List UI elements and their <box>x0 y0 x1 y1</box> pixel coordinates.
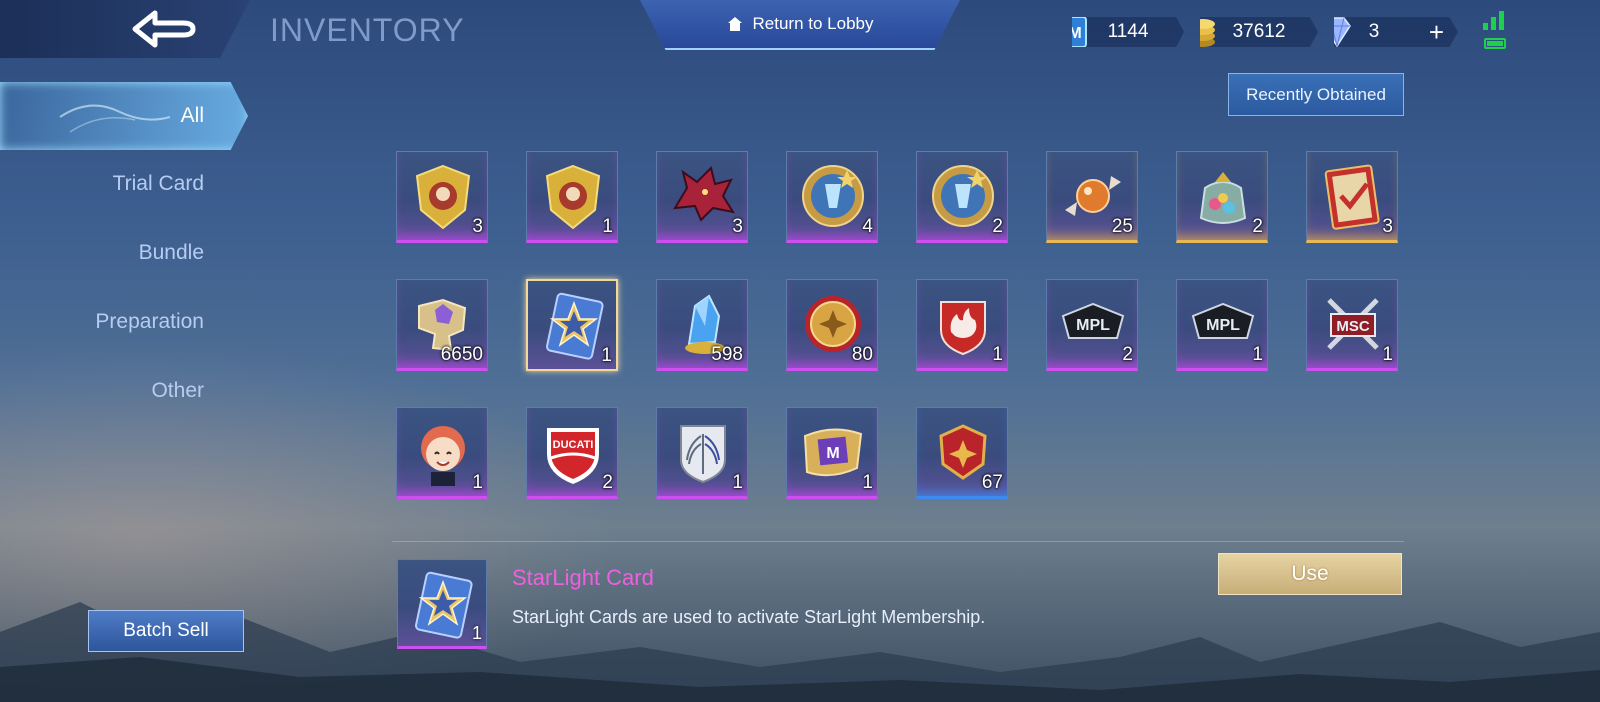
item-count: 25 <box>1111 216 1133 237</box>
shield-emblem-icon <box>415 164 471 230</box>
swirl-decoration-icon <box>59 104 171 133</box>
return-to-lobby-button[interactable]: Return to Lobby <box>640 0 960 50</box>
item-count: 1 <box>1382 344 1393 365</box>
selected-item-description: StarLight Cards are used to activate Sta… <box>512 607 986 627</box>
avatar-chibi-icon <box>421 426 465 486</box>
mpl-logo-icon: MPL <box>1191 302 1255 339</box>
sidebar-item-all[interactable]: All <box>0 82 248 150</box>
selected-item-icon: 1 <box>397 559 487 649</box>
page-title: INVENTORY <box>270 12 465 48</box>
ducati-logo-icon: DUCATI <box>547 428 599 484</box>
recently-obtained-button[interactable]: Recently Obtained <box>1228 73 1404 116</box>
inventory-item[interactable]: MSC 1 <box>1306 279 1398 371</box>
item-count: 2 <box>992 216 1003 237</box>
inventory-item[interactable]: M 1 <box>786 407 878 499</box>
m-ticket-icon: M <box>1068 17 1087 47</box>
crystal-emblem-icon <box>932 165 994 227</box>
selected-item-name: StarLight Card <box>512 565 654 590</box>
back-arrow-icon <box>132 10 196 48</box>
inventory-item[interactable]: DUCATI 2 <box>526 407 618 499</box>
svg-text:M: M <box>1068 25 1081 42</box>
inventory-item[interactable]: 2 <box>916 151 1008 243</box>
shield-emblem-icon <box>545 164 601 230</box>
dragon-head-icon <box>673 166 736 222</box>
item-count: 598 <box>711 344 743 365</box>
inventory-item[interactable]: MPL 1 <box>1176 279 1268 371</box>
inventory-item[interactable]: 67 <box>916 407 1008 499</box>
use-button[interactable]: Use <box>1218 553 1402 595</box>
batch-sell-button[interactable]: Batch Sell <box>88 610 244 652</box>
sidebar-item-preparation[interactable]: Preparation <box>0 297 230 347</box>
item-count: 2 <box>1122 344 1133 365</box>
inventory-grid: 3 1 3 4 2 25 2 3 6650 1 598 80 1 MPL 2 M… <box>396 151 1406 511</box>
inventory-item[interactable]: MPL 2 <box>1046 279 1138 371</box>
svg-text:MPL: MPL <box>1076 317 1110 334</box>
crystal-emblem-icon <box>802 165 864 227</box>
item-count: 3 <box>732 216 743 237</box>
starlight-card-icon <box>414 571 473 639</box>
item-count: 1 <box>862 472 873 493</box>
item-count: 2 <box>1252 216 1263 237</box>
divider <box>392 541 1404 542</box>
inventory-item[interactable]: 6650 <box>396 279 488 371</box>
inventory-item[interactable]: 1 <box>916 279 1008 371</box>
msc-logo-icon: MSC <box>1327 298 1379 350</box>
item-count: 6650 <box>440 344 483 365</box>
sidebar-item-bundle[interactable]: Bundle <box>0 228 230 278</box>
svg-text:MPL: MPL <box>1206 317 1240 334</box>
item-count: 1 <box>471 623 482 643</box>
ticket-balance: M 1144 <box>1072 17 1184 47</box>
sidebar-item-other[interactable]: Other <box>0 366 230 416</box>
item-count: 1 <box>1252 344 1263 365</box>
diamond-balance[interactable]: 3 + <box>1334 17 1458 47</box>
wings-emblem-icon <box>680 425 726 484</box>
inventory-item[interactable]: 3 <box>396 151 488 243</box>
checkmark-card-icon <box>1324 164 1380 230</box>
inventory-item[interactable]: 25 <box>1046 151 1138 243</box>
diamond-icon <box>1334 17 1351 47</box>
add-diamonds-button[interactable]: + <box>1429 17 1444 47</box>
sidebar-item-label: Trial Card <box>112 172 204 195</box>
item-count: 80 <box>851 344 873 365</box>
candy-bag-icon <box>1199 172 1247 224</box>
inventory-item[interactable]: 1 <box>396 407 488 499</box>
back-button[interactable] <box>0 0 250 58</box>
mpl-logo-icon: MPL <box>1061 302 1125 339</box>
item-count: 3 <box>1382 216 1393 237</box>
battle-points-icon <box>1200 19 1215 47</box>
sidebar-item-label: Other <box>151 379 204 402</box>
fire-emblem-icon <box>940 301 986 356</box>
item-count: 1 <box>732 472 743 493</box>
item-count: 1 <box>601 345 612 366</box>
sidebar-item-trial-card[interactable]: Trial Card <box>0 159 230 209</box>
item-count: 4 <box>862 216 873 237</box>
inventory-item[interactable]: 3 <box>656 151 748 243</box>
svg-text:M: M <box>826 445 839 462</box>
inventory-item[interactable]: 4 <box>786 151 878 243</box>
sidebar-item-label: Preparation <box>95 310 204 333</box>
inventory-item[interactable]: 598 <box>656 279 748 371</box>
item-count: 2 <box>602 472 613 493</box>
item-count: 1 <box>992 344 1003 365</box>
inventory-item[interactable]: 2 <box>1176 151 1268 243</box>
item-count: 1 <box>602 216 613 237</box>
inventory-item[interactable]: 1 <box>656 407 748 499</box>
inventory-item[interactable]: 3 <box>1306 151 1398 243</box>
svg-text:DUCATI: DUCATI <box>553 439 594 451</box>
film-ticket-icon: M <box>803 428 863 477</box>
inventory-item[interactable]: 1 <box>526 151 618 243</box>
battery-icon <box>1484 38 1506 49</box>
item-count: 3 <box>472 216 483 237</box>
inventory-item[interactable]: 80 <box>786 279 878 371</box>
home-icon <box>727 17 742 31</box>
return-to-lobby-label: Return to Lobby <box>752 14 874 33</box>
signal-icon <box>1483 11 1504 30</box>
svg-text:MSC: MSC <box>1336 318 1370 335</box>
sidebar-item-label: Bundle <box>138 241 204 264</box>
inventory-item-selected[interactable]: 1 <box>526 279 618 371</box>
item-count: 1 <box>472 472 483 493</box>
sidebar-item-label: All <box>180 104 204 127</box>
battle-points-balance: 37612 <box>1200 17 1318 47</box>
item-count: 67 <box>981 472 1003 493</box>
